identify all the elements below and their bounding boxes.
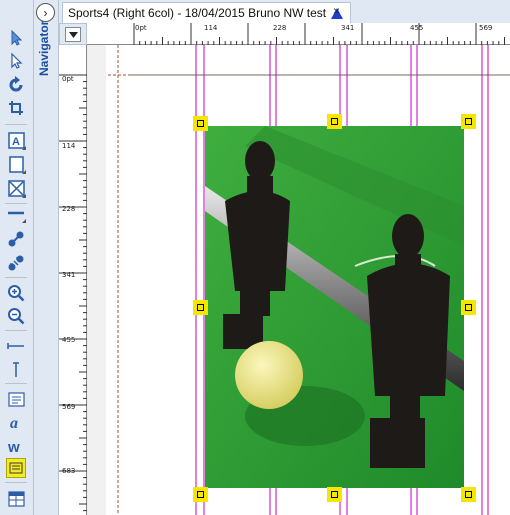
selection-arrow-icon[interactable]	[6, 28, 26, 48]
selection-handle-bottom-left[interactable]	[193, 487, 208, 502]
document-tab[interactable]: Sports4 (Right 6col) - 18/04/2015 Bruno …	[62, 2, 351, 23]
selection-handle-middle-right[interactable]	[461, 300, 476, 315]
selection-handle-bottom-right[interactable]	[461, 487, 476, 502]
selection-handle-middle-left[interactable]	[193, 300, 208, 315]
ruler-label: 569	[479, 24, 493, 32]
line-icon[interactable]	[6, 203, 26, 223]
svg-text:a: a	[10, 415, 18, 431]
word-count-icon[interactable]: w	[6, 436, 26, 456]
navigator-toggle-button[interactable]: ›	[36, 3, 55, 22]
dropdown-arrow-icon	[68, 31, 78, 38]
note-icon[interactable]	[6, 389, 26, 409]
ruler-label: 455	[62, 336, 76, 344]
ruler-origin[interactable]	[59, 23, 87, 45]
ruler-label: 0pt	[135, 24, 147, 32]
toolbar-divider	[5, 482, 27, 483]
ruler-label: 228	[62, 205, 76, 213]
zoom-out-icon[interactable]	[6, 306, 26, 326]
direct-select-icon[interactable]	[6, 51, 26, 71]
toolbar-divider	[5, 330, 27, 331]
navigator-label[interactable]: Navigator	[37, 21, 51, 76]
ruler-label: 0pt	[62, 75, 74, 83]
ruler-label: 341	[341, 24, 355, 32]
ruler-label: 228	[273, 24, 287, 32]
svg-text:A: A	[12, 136, 20, 148]
document-title: Sports4 (Right 6col) - 18/04/2015 Bruno …	[68, 6, 327, 20]
comment-icon[interactable]	[6, 458, 26, 478]
foosball-image	[205, 126, 464, 488]
picture-box-foosball-photo[interactable]	[205, 126, 464, 488]
vertical-rule-icon[interactable]	[6, 359, 26, 379]
ruler-label: 114	[62, 142, 76, 150]
horizontal-rule-icon[interactable]	[6, 336, 26, 356]
toolbar-divider	[5, 383, 27, 384]
ruler-label: 114	[204, 24, 218, 32]
close-icon[interactable]: ×	[333, 4, 340, 18]
rectangle-box-icon[interactable]	[6, 154, 26, 174]
selection-handle-top-right[interactable]	[461, 114, 476, 129]
zoom-in-icon[interactable]	[6, 283, 26, 303]
table-icon[interactable]	[6, 489, 26, 509]
text-box-icon[interactable]: A	[6, 130, 26, 150]
selection-handle-bottom-center[interactable]	[327, 487, 342, 502]
toolbar-divider	[5, 124, 27, 125]
ruler-label: 341	[62, 271, 76, 279]
vertical-ruler[interactable]: 0pt 114 228 341 455 569 683	[59, 45, 87, 515]
selection-handle-top-center[interactable]	[327, 114, 342, 129]
chevron-right-icon: ›	[43, 5, 48, 20]
svg-text:w: w	[7, 439, 20, 455]
navigator-panel-strip: › Navigator	[34, 0, 59, 515]
ruler-menu-button[interactable]	[65, 27, 81, 42]
rotate-icon[interactable]	[6, 75, 26, 95]
italic-text-icon[interactable]: a	[6, 412, 26, 432]
tools-palette: A a w	[0, 0, 34, 515]
toolbar-divider	[5, 277, 27, 278]
crop-icon[interactable]	[6, 98, 26, 118]
ruler-label: 683	[62, 467, 76, 475]
document-tab-bar: Sports4 (Right 6col) - 18/04/2015 Bruno …	[59, 0, 510, 23]
unlink-icon[interactable]	[6, 253, 26, 273]
selection-handle-top-left[interactable]	[193, 116, 208, 131]
picture-box-icon[interactable]	[6, 178, 26, 198]
ruler-label: 569	[62, 403, 76, 411]
horizontal-ruler[interactable]: 0pt 114 228 341 455 569	[87, 23, 510, 45]
link-icon[interactable]	[6, 229, 26, 249]
ruler-label: 455	[410, 24, 424, 32]
